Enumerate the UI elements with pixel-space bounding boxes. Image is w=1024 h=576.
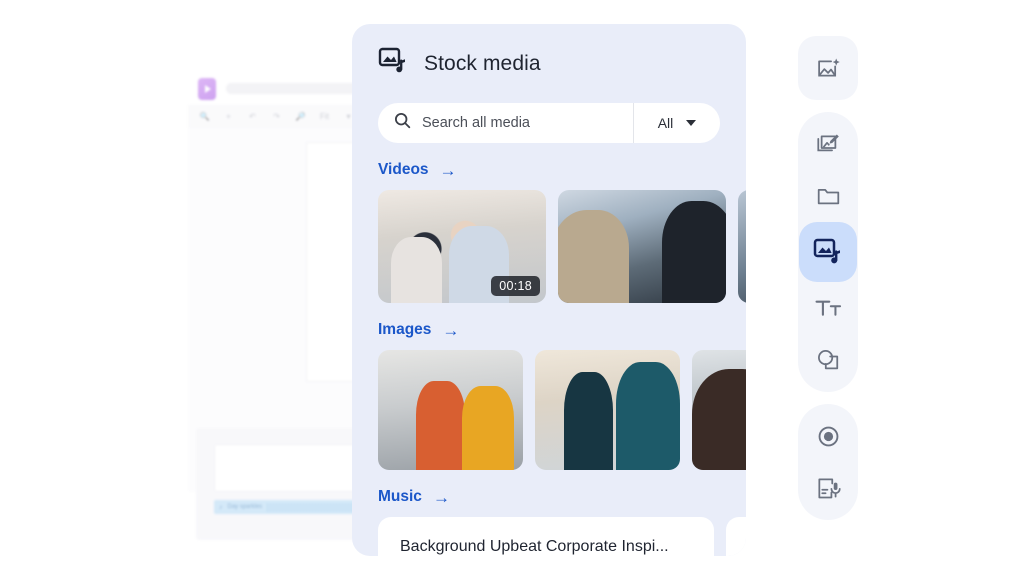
play-logo-icon bbox=[198, 77, 216, 100]
text-icon[interactable] bbox=[799, 282, 857, 334]
search-input[interactable]: Search all media bbox=[422, 115, 530, 131]
right-toolbar-rail bbox=[798, 36, 858, 520]
search-icon bbox=[394, 112, 411, 134]
media-type-filter-label: All bbox=[657, 115, 674, 131]
video-duration-badge: 00:18 bbox=[491, 276, 540, 296]
music-card-1[interactable]: Background Upbeat Corporate Inspi... bbox=[378, 517, 714, 556]
zoom-in-icon[interactable]: + bbox=[223, 111, 234, 122]
script-voice-icon[interactable] bbox=[799, 462, 857, 514]
arrow-right-icon[interactable]: → bbox=[440, 162, 457, 179]
generate-image-icon[interactable] bbox=[799, 42, 857, 94]
arrow-right-icon[interactable]: → bbox=[433, 489, 450, 506]
music-strip[interactable]: Background Upbeat Corporate Inspi... bbox=[352, 517, 746, 556]
stock-media-icon[interactable] bbox=[799, 222, 857, 282]
section-title-videos: Videos bbox=[378, 161, 429, 178]
undo-icon[interactable]: ↶ bbox=[247, 111, 258, 122]
redo-icon[interactable]: ↷ bbox=[271, 111, 282, 122]
image-thumb-2[interactable] bbox=[535, 350, 680, 470]
video-thumb-2[interactable]: 00:30 bbox=[558, 190, 726, 303]
rail-group-record bbox=[798, 404, 858, 520]
search-bar[interactable]: Search all media All bbox=[378, 103, 720, 143]
image-thumb-1[interactable] bbox=[378, 350, 523, 470]
section-header-images[interactable]: Images → bbox=[352, 321, 746, 339]
music-note-icon: ♪ bbox=[219, 503, 223, 511]
rail-group-main bbox=[798, 112, 858, 392]
fit-label[interactable]: Fit bbox=[319, 111, 330, 122]
image-thumb-3[interactable] bbox=[692, 350, 746, 470]
video-duration-badge: 00:30 bbox=[671, 276, 720, 296]
stock-media-panel: Stock media Search all media All Videos … bbox=[352, 24, 746, 556]
edit-image-icon[interactable] bbox=[799, 118, 857, 170]
section-header-videos[interactable]: Videos → bbox=[352, 161, 746, 179]
music-card-2[interactable] bbox=[726, 517, 746, 556]
arrow-right-icon[interactable]: → bbox=[442, 322, 459, 339]
record-icon[interactable] bbox=[799, 410, 857, 462]
panel-header: Stock media bbox=[352, 24, 746, 81]
videos-strip[interactable]: 00:18 00:30 bbox=[352, 190, 746, 303]
page-title: Stock media bbox=[424, 51, 541, 75]
search-input-wrap[interactable]: Search all media bbox=[378, 112, 633, 134]
audio-clip-label: Day sparkles bbox=[227, 504, 263, 510]
shape-icon[interactable] bbox=[799, 334, 857, 386]
section-header-music[interactable]: Music → bbox=[352, 488, 746, 506]
screen-root: ☆ ⛶ 🔍 + ↶ ↷ 🔎 Fit ▾ ➦ ☰ ♪ Day sparkles bbox=[0, 0, 1024, 576]
image-music-icon bbox=[378, 46, 408, 81]
video-thumb-1[interactable]: 00:18 bbox=[378, 190, 546, 303]
folder-icon[interactable] bbox=[799, 170, 857, 222]
section-title-images: Images bbox=[378, 321, 432, 338]
zoom-icon[interactable]: 🔎 bbox=[295, 111, 306, 122]
video-thumb-3[interactable] bbox=[738, 190, 746, 303]
rail-group-generate bbox=[798, 36, 858, 100]
images-strip[interactable] bbox=[352, 350, 746, 470]
music-track-title: Background Upbeat Corporate Inspi... bbox=[400, 538, 669, 555]
caret-down-icon bbox=[686, 120, 697, 126]
zoom-out-icon[interactable]: 🔍 bbox=[199, 111, 210, 122]
media-type-filter[interactable]: All bbox=[634, 115, 720, 131]
section-title-music: Music bbox=[378, 488, 422, 505]
